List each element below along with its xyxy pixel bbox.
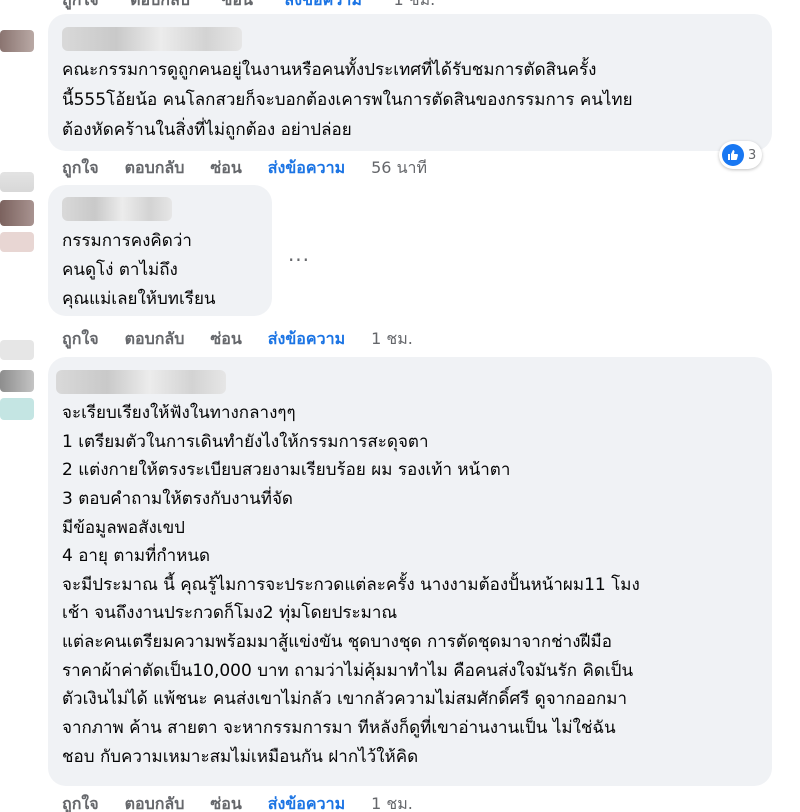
comment-text-line: 3 ตอบคำถามให้ตรงกับงานที่จัด bbox=[62, 489, 293, 509]
comment-text-line: จะเรียบเรียงให้ฟังในทางกลางๆๆ bbox=[62, 403, 296, 423]
previous-like-button[interactable]: ถูกใจ bbox=[62, 0, 99, 9]
reaction-count-badge[interactable]: 3 bbox=[719, 141, 763, 169]
comment-text-line: นี้555โอ้ยน้อ คนโลกสวยก็จะบอกต้องเคารพใน… bbox=[62, 90, 633, 110]
comment-text-line: 2 แต่งกายให้ตรงระเบียบสวยงามเรียบร้อย ผม… bbox=[62, 460, 511, 480]
avatar[interactable] bbox=[0, 370, 34, 392]
comment-text-line: 1 เตรียมตัวในการเดินทำยังไงให้กรรมการสะด… bbox=[62, 432, 429, 452]
like-button[interactable]: ถูกใจ bbox=[62, 156, 99, 181]
previous-hide-button[interactable]: ซ่อน bbox=[222, 0, 253, 9]
comment-text-line: จะมีประมาณ นี้ คุณรู้ไมการจะประกวดแต่ละค… bbox=[62, 575, 640, 595]
avatar[interactable] bbox=[0, 172, 34, 192]
previous-message-button[interactable]: ส่งข้อความ bbox=[285, 0, 362, 9]
comment-text-line: คุณแม่เลยให้บทเรียน bbox=[62, 289, 216, 309]
comment-text-line: ต้องหัดคร้านในสิ่งที่ไม่ถูกต้อง อย่าปล่อ… bbox=[62, 120, 352, 140]
hide-button[interactable]: ซ่อน bbox=[210, 156, 241, 181]
comment-text-line: ชอบ กับความเหมาะสมไม่เหมือนกัน ฝากไว้ให้… bbox=[62, 747, 419, 767]
timestamp[interactable]: 1 ชม. bbox=[371, 327, 413, 352]
previous-comment-actions: ถูกใจ ตอบกลับ ซ่อน ส่งข้อความ 1 ชม. bbox=[62, 0, 435, 9]
comment-actions: ถูกใจ ตอบกลับ ซ่อน ส่งข้อความ 56 นาที bbox=[62, 156, 427, 180]
hide-button[interactable]: ซ่อน bbox=[210, 792, 241, 812]
reply-button[interactable]: ตอบกลับ bbox=[125, 792, 185, 812]
like-reaction-icon bbox=[722, 144, 744, 166]
timestamp[interactable]: 56 นาที bbox=[371, 156, 427, 181]
timestamp[interactable]: 1 ชม. bbox=[371, 792, 413, 812]
comment-text-line: แต่ละคนเตรียมความพร้อมมาสู้แข่งขัน ชุดบา… bbox=[62, 632, 612, 652]
avatar[interactable] bbox=[0, 30, 34, 52]
avatar bbox=[0, 398, 34, 420]
reply-button[interactable]: ตอบกลับ bbox=[125, 327, 185, 352]
comment-text-line: เช้า จนถึงงานประกวดก็โมง2 ทุ่มโดยประมาณ bbox=[62, 603, 398, 623]
hide-button[interactable]: ซ่อน bbox=[210, 327, 241, 352]
reaction-count: 3 bbox=[748, 147, 757, 163]
comment-bubble: จะเรียบเรียงให้ฟังในทางกลางๆๆ 1 เตรียมตั… bbox=[48, 357, 772, 786]
more-options-icon[interactable]: ... bbox=[284, 244, 314, 268]
avatar bbox=[0, 232, 34, 252]
previous-reply-button[interactable]: ตอบกลับ bbox=[130, 0, 190, 9]
commenter-name[interactable] bbox=[62, 197, 172, 221]
avatar[interactable] bbox=[0, 200, 34, 226]
comment-text-line: คนดูโง่ ตาไม่ถึง bbox=[62, 260, 178, 280]
comment-text-line: ราคาผ้าค่าตัดเป็น10,000 บาท ถามว่าไม่คุ้… bbox=[62, 661, 634, 681]
comment-actions: ถูกใจ ตอบกลับ ซ่อน ส่งข้อความ 1 ชม. bbox=[62, 792, 413, 812]
send-message-button[interactable]: ส่งข้อความ bbox=[268, 792, 345, 812]
comment-text-line: จากภาพ ค้าน สายตา จะหากรรมการมา ทีหลังก็… bbox=[62, 718, 616, 738]
comment-text-line: กรรมการคงคิดว่า bbox=[62, 231, 192, 251]
comment-actions: ถูกใจ ตอบกลับ ซ่อน ส่งข้อความ 1 ชม. bbox=[62, 327, 413, 351]
previous-timestamp: 1 ชม. bbox=[393, 0, 435, 9]
comment-text-line: มีข้อมูลพอสังเขป bbox=[62, 518, 185, 538]
send-message-button[interactable]: ส่งข้อความ bbox=[268, 327, 345, 352]
send-message-button[interactable]: ส่งข้อความ bbox=[268, 156, 345, 181]
commenter-name[interactable] bbox=[56, 370, 226, 394]
reply-button[interactable]: ตอบกลับ bbox=[125, 156, 185, 181]
comment-text-line: 4 อายุ ตามที่กำหนด bbox=[62, 546, 211, 566]
commenter-name[interactable] bbox=[62, 27, 242, 51]
like-button[interactable]: ถูกใจ bbox=[62, 792, 99, 812]
comment-text-line: ตัวเงินไม่ได้ แพ้ชนะ คนส่งเขาไม่กลัว เขา… bbox=[62, 689, 627, 709]
avatar bbox=[0, 340, 34, 360]
comment-text-line: คณะกรรมการดูถูกคนอยู่ในงานหรือคนทั้งประเ… bbox=[62, 60, 597, 80]
like-button[interactable]: ถูกใจ bbox=[62, 327, 99, 352]
